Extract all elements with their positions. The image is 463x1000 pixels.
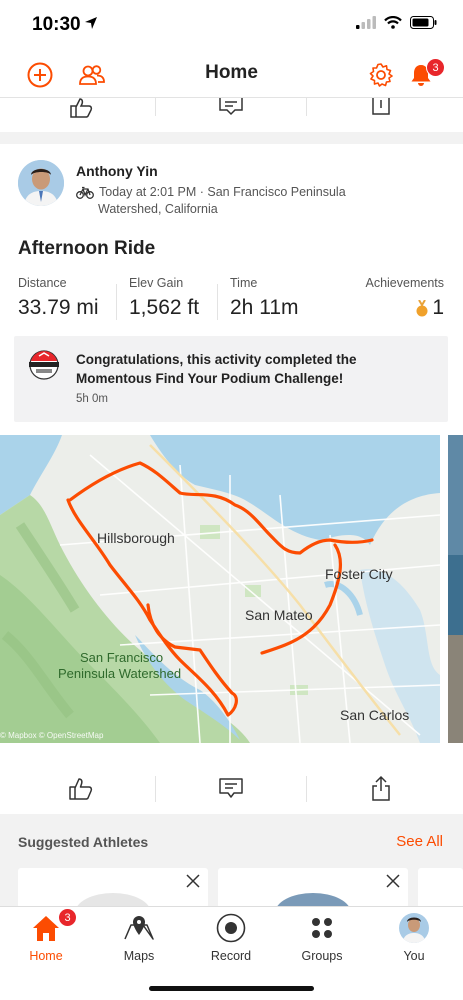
tab-record[interactable]: Record: [196, 911, 266, 963]
tab-label: Groups: [301, 949, 343, 963]
map-pin-icon: [124, 916, 154, 940]
tab-label: Home: [29, 949, 63, 963]
bike-icon: [76, 186, 94, 199]
map-label-peninsula-watershed: Peninsula Watershed: [58, 666, 181, 681]
comment-button[interactable]: [219, 778, 243, 805]
challenge-banner[interactable]: Congratulations, this activity completed…: [14, 336, 448, 422]
stat-label: Achievements: [365, 276, 444, 290]
map-label-hillsborough: Hillsborough: [97, 530, 175, 546]
status-icons: [356, 16, 437, 34]
notifications-button[interactable]: 3: [406, 58, 445, 90]
suggested-athlete-card[interactable]: [418, 868, 463, 908]
suggested-athletes-section: Suggested Athletes See All: [0, 826, 463, 908]
groups-icon: [312, 918, 332, 938]
challenge-time: 5h 0m: [76, 393, 108, 405]
suggested-athletes-title: Suggested Athletes: [18, 834, 149, 850]
tab-maps[interactable]: Maps: [104, 911, 174, 963]
gear-icon: [369, 63, 393, 87]
share-button[interactable]: [371, 775, 391, 806]
achievements-count: 1: [432, 296, 444, 319]
stat-achievements: Achievements 1: [365, 276, 444, 320]
next-photo-peek[interactable]: [448, 435, 463, 743]
status-time: 10:30: [32, 14, 81, 35]
stat-label: Elev Gain: [129, 276, 184, 290]
nav-bar: Home 3: [0, 50, 463, 98]
kudos-button[interactable]: [68, 777, 94, 806]
previous-activity-actions: [0, 98, 463, 132]
suggested-athlete-card[interactable]: [218, 868, 408, 908]
tab-home[interactable]: 3 Home: [11, 908, 81, 963]
tab-groups[interactable]: Groups: [287, 911, 357, 963]
activity-time-location: Today at 2:01 PM · San Francisco Peninsu…: [99, 185, 346, 199]
tab-you[interactable]: You: [379, 911, 449, 963]
settings-button[interactable]: [366, 60, 396, 90]
home-icon: [33, 916, 59, 941]
stat-value: 2h 11m: [230, 296, 299, 319]
medal-icon: [416, 299, 428, 316]
stat-time: Time 2h 11m: [230, 276, 299, 320]
kudos-icon[interactable]: [68, 98, 94, 123]
stat-label: Distance: [18, 276, 67, 290]
tab-label: Maps: [123, 949, 155, 963]
notification-badge: 3: [426, 58, 445, 77]
activity-card[interactable]: Anthony Yin Today at 2:01 PM · San Franc…: [0, 144, 463, 814]
challenge-message: Congratulations, this activity completed…: [76, 352, 357, 386]
activity-title[interactable]: Afternoon Ride: [18, 238, 155, 260]
stat-distance: Distance 33.79 mi: [18, 276, 99, 320]
athlete-name[interactable]: Anthony Yin: [76, 163, 158, 179]
activity-meta: Today at 2:01 PM · San Francisco Peninsu…: [76, 185, 346, 199]
location-arrow-icon: [84, 16, 98, 35]
achievements-value: 1: [365, 296, 444, 320]
map-label-foster-city: Foster City: [325, 566, 393, 582]
record-icon: [216, 913, 246, 943]
share-icon[interactable]: [372, 98, 390, 121]
see-all-link[interactable]: See All: [396, 833, 443, 850]
activity-actions: [0, 764, 463, 814]
map-label-san-mateo: San Mateo: [245, 607, 313, 623]
home-badge: 3: [58, 908, 77, 927]
dismiss-icon[interactable]: [186, 874, 200, 893]
activity-location-cont: Watershed, California: [98, 202, 218, 216]
tab-label: Record: [210, 949, 252, 963]
route-map[interactable]: Hillsborough Foster City San Mateo San C…: [0, 435, 440, 743]
comment-icon[interactable]: [219, 98, 243, 121]
share-icon: [372, 775, 390, 801]
dismiss-icon[interactable]: [386, 874, 400, 893]
tab-label: You: [403, 949, 425, 963]
comment-icon: [219, 778, 243, 798]
suggested-athlete-card[interactable]: [18, 868, 208, 908]
map-label-san-francisco: San Francisco: [80, 650, 163, 665]
map-attribution: © Mapbox © OpenStreetMap: [0, 731, 104, 740]
stat-value: 1,562 ft: [129, 296, 200, 319]
thumbs-up-icon: [69, 778, 93, 800]
status-bar: 10:30: [0, 0, 463, 50]
challenge-badge-icon: [26, 350, 62, 380]
athlete-avatar[interactable]: [18, 160, 64, 206]
wifi-icon: [384, 16, 402, 34]
map-label-san-carlos: San Carlos: [340, 707, 409, 723]
signal-icon: [356, 16, 376, 34]
stat-elev-gain: Elev Gain 1,562 ft: [129, 276, 199, 320]
stat-value: 33.79 mi: [18, 296, 99, 319]
stat-label: Time: [230, 276, 258, 290]
battery-icon: [410, 16, 437, 34]
you-avatar: [399, 913, 429, 943]
home-indicator: [149, 986, 314, 991]
tab-bar: 3 Home Maps Record Groups You: [0, 906, 463, 1000]
